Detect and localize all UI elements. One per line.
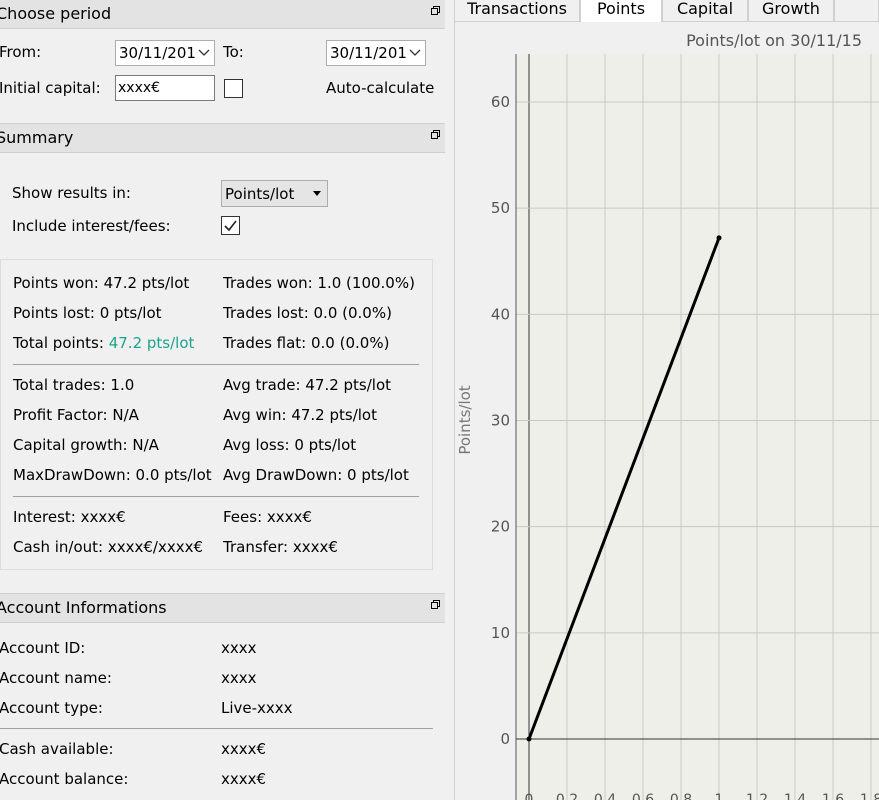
- x-tick-label: 1.6: [822, 792, 844, 800]
- from-date-picker[interactable]: 30/11/201: [115, 40, 215, 66]
- summary-title: Summary: [0, 128, 74, 147]
- initial-capital-value: xxxx€: [118, 80, 161, 96]
- avg-loss: Avg loss: 0 pts/lot: [223, 436, 357, 454]
- transfer: Transfer: xxxx€: [223, 538, 338, 556]
- x-tick-label: 1.4: [784, 792, 806, 800]
- auto-calculate-label: Auto-calculate: [326, 79, 435, 97]
- choose-period-header: Choose period: [0, 0, 445, 29]
- total-points-label: Total points:: [13, 334, 104, 352]
- avg-win: Avg win: 47.2 pts/lot: [223, 406, 377, 424]
- x-tick-label: 1.8: [860, 792, 879, 800]
- account-id-label: Account ID:: [0, 639, 86, 657]
- account-info-title: Account Informations: [0, 598, 167, 617]
- points-lost: Points lost: 0 pts/lot: [13, 304, 162, 322]
- cash-available-label: Cash available:: [0, 740, 114, 758]
- account-type-value: Live-xxxx: [221, 699, 293, 717]
- plot-background: [516, 54, 879, 800]
- x-tick-label: 0.2: [556, 792, 578, 800]
- profit-factor: Profit Factor: N/A: [13, 406, 139, 424]
- trades-flat: Trades flat: 0.0 (0.0%): [223, 334, 390, 352]
- trades-won: Trades won: 1.0 (100.0%): [223, 274, 415, 292]
- account-info-header: Account Informations: [0, 593, 445, 623]
- undock-icon[interactable]: [431, 6, 440, 15]
- chart-title: Points/lot on 30/11/15: [686, 31, 862, 50]
- show-results-select[interactable]: Points/lot: [221, 180, 328, 207]
- y-tick-label: 60: [491, 93, 510, 111]
- from-date-value: 30/11/201: [119, 44, 196, 62]
- chart-area: Points/lot on 30/11/15 Points/lot 0 0.2 0.…: [454, 22, 879, 800]
- chevron-down-icon: [409, 49, 421, 56]
- tab-growth[interactable]: Growth: [748, 0, 834, 22]
- auto-calculate-checkbox[interactable]: [224, 79, 243, 98]
- total-points: Total points: 47.2 pts/lot: [13, 334, 194, 352]
- avg-trade: Avg trade: 47.2 pts/lot: [223, 376, 392, 394]
- account-balance-label: Account balance:: [0, 770, 129, 788]
- y-tick-label: 50: [491, 199, 510, 217]
- y-tick-label: 10: [491, 624, 510, 642]
- fees: Fees: xxxx€: [223, 508, 312, 526]
- choose-period-title: Choose period: [0, 4, 112, 23]
- to-label: To:: [223, 43, 244, 61]
- include-interest-label: Include interest/fees:: [12, 217, 171, 235]
- x-tick-label: 1: [715, 792, 724, 800]
- tab-points[interactable]: Points: [580, 0, 662, 24]
- check-icon: [224, 220, 237, 232]
- divider: [0, 728, 433, 729]
- interest: Interest: xxxx€: [13, 508, 126, 526]
- account-id-value: xxxx: [221, 639, 257, 657]
- x-tick-label: 0.4: [594, 792, 616, 800]
- x-tick-label: 0: [525, 792, 534, 800]
- data-point: [716, 235, 722, 241]
- y-tick-label: 0: [500, 730, 510, 748]
- account-balance-value: xxxx€: [221, 770, 267, 788]
- to-date-picker[interactable]: 30/11/201: [326, 40, 426, 66]
- cash-available-value: xxxx€: [221, 740, 267, 758]
- capital-growth: Capital growth: N/A: [13, 436, 159, 454]
- total-trades: Total trades: 1.0: [13, 376, 135, 394]
- tab-overflow: [834, 0, 879, 22]
- divider: [13, 364, 419, 365]
- avg-drawdown: Avg DrawDown: 0 pts/lot: [223, 466, 409, 484]
- chevron-down-icon: [198, 49, 210, 56]
- chart-tabs: Transactions Points Capital Growth: [454, 0, 879, 24]
- show-results-value: Points/lot: [225, 185, 295, 203]
- summary-header: Summary: [0, 123, 445, 153]
- total-points-value: 47.2 pts/lot: [108, 334, 195, 352]
- from-label: From:: [0, 43, 42, 61]
- points-won: Points won: 47.2 pts/lot: [13, 274, 190, 292]
- initial-capital-input[interactable]: xxxx€: [115, 75, 215, 101]
- y-tick-label: 20: [491, 518, 510, 536]
- undock-icon[interactable]: [431, 130, 440, 139]
- account-name-value: xxxx: [221, 669, 257, 687]
- x-tick-label: 0.8: [670, 792, 692, 800]
- include-interest-checkbox[interactable]: [221, 216, 240, 235]
- x-tick-label: 0.6: [632, 792, 654, 800]
- max-drawdown: MaxDrawDown: 0.0 pts/lot: [13, 466, 212, 484]
- cash-in-out: Cash in/out: xxxx€/xxxx€: [13, 538, 204, 556]
- y-axis-label: Points/lot: [456, 385, 474, 454]
- y-tick-label: 30: [491, 412, 510, 430]
- account-type-label: Account type:: [0, 699, 103, 717]
- tab-transactions[interactable]: Transactions: [454, 0, 580, 22]
- trades-lost: Trades lost: 0.0 (0.0%): [223, 304, 392, 322]
- account-name-label: Account name:: [0, 669, 112, 687]
- y-tick-label: 40: [491, 305, 510, 323]
- panel-splitter[interactable]: [446, 0, 454, 800]
- initial-capital-label: Initial capital:: [0, 79, 101, 97]
- points-chart[interactable]: Points/lot on 30/11/15 Points/lot 0 0.2 0.…: [454, 22, 879, 800]
- tab-capital[interactable]: Capital: [662, 0, 748, 22]
- divider: [13, 496, 419, 497]
- data-point: [526, 736, 532, 742]
- show-results-label: Show results in:: [12, 184, 131, 202]
- caret-down-icon: [313, 191, 321, 196]
- x-tick-label: 1.2: [746, 792, 768, 800]
- to-date-value: 30/11/201: [330, 44, 407, 62]
- undock-icon[interactable]: [431, 600, 440, 609]
